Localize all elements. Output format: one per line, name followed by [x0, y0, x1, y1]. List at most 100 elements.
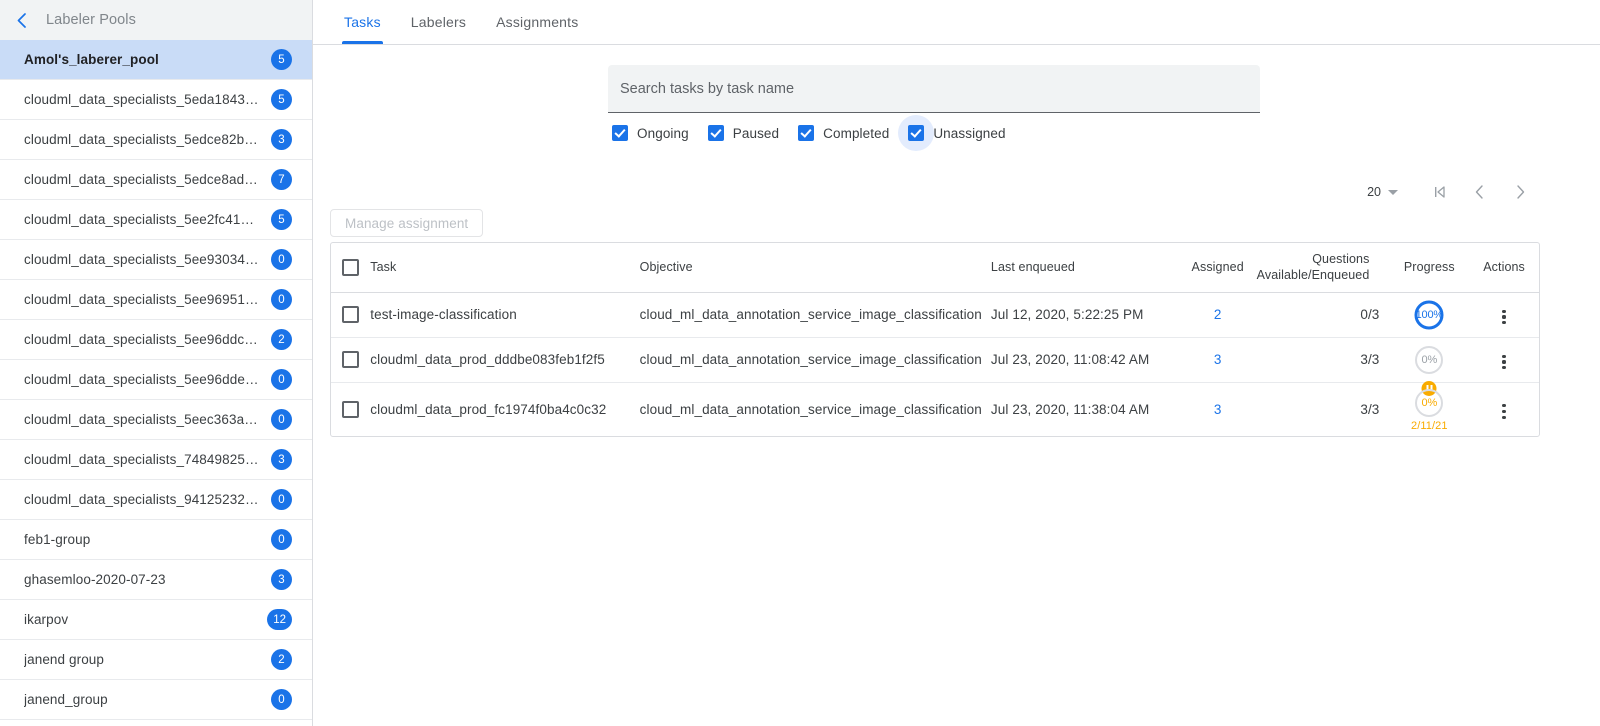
labeler-pool-item[interactable]: janend_group0 — [0, 680, 312, 720]
labeler-pool-item[interactable]: cloudml_data_specialists_748498258068...… — [0, 440, 312, 480]
labeler-pool-name: cloudml_data_specialists_5ee93034_000... — [24, 252, 261, 267]
column-header-assigned[interactable]: Assigned — [1179, 243, 1257, 292]
page-size-selector[interactable]: 20 — [1367, 185, 1398, 199]
chevron-left-icon — [1472, 184, 1488, 200]
labeler-pool-item[interactable]: cloudml_data_specialists_5eec363a_000...… — [0, 400, 312, 440]
table-header-row: Task Objective Last enqueued Assigned Qu… — [331, 243, 1539, 292]
labeler-pool-item[interactable]: cloudml_data_specialists_5ee96ddc_000...… — [0, 320, 312, 360]
labeler-pool-count-badge: 0 — [271, 289, 292, 310]
cell-questions: 3/3 — [1257, 337, 1390, 382]
labeler-pool-item[interactable]: cloudml_data_specialists_5eda1843_000...… — [0, 80, 312, 120]
cell-last-enqueued: Jul 23, 2020, 11:38:04 AM — [991, 382, 1179, 436]
more-options-icon[interactable] — [1498, 306, 1509, 329]
row-select-cell — [331, 292, 370, 337]
labeler-pool-count-badge: 3 — [271, 129, 292, 150]
labeler-pool-item[interactable]: cloudml_data_specialists_5edce8ad_000...… — [0, 160, 312, 200]
progress-donut: 0% — [1413, 387, 1445, 419]
labeler-pool-item[interactable]: Amol's_laberer_pool5 — [0, 40, 312, 80]
labeler-pool-count-badge: 0 — [271, 249, 292, 270]
more-options-icon[interactable] — [1498, 351, 1509, 374]
table-row[interactable]: test-image-classificationcloud_ml_data_a… — [331, 292, 1539, 337]
labeler-pool-item[interactable]: cloudml_data_specialists_5ee2fc41_0000..… — [0, 200, 312, 240]
labeler-pool-item[interactable]: cloudml_data_specialists_5ee93034_000...… — [0, 240, 312, 280]
progress-percent-label: 0% — [1413, 344, 1445, 376]
cell-assigned: 2 — [1179, 292, 1257, 337]
row-checkbox[interactable] — [342, 401, 359, 418]
filter-unassigned[interactable]: Unassigned — [908, 125, 1005, 141]
search-section: Ongoing Paused Completed Unassigned — [608, 65, 1260, 141]
tab-labelers[interactable]: Labelers — [396, 0, 481, 44]
labeler-pool-item[interactable]: ghasemloo-2020-07-233 — [0, 560, 312, 600]
labeler-pool-count-badge: 5 — [271, 209, 292, 230]
row-select-cell — [331, 382, 370, 436]
labeler-pool-name: janend group — [24, 652, 104, 667]
column-header-task[interactable]: Task — [370, 243, 639, 292]
tab-assignments[interactable]: Assignments — [481, 0, 593, 44]
filter-paused[interactable]: Paused — [708, 125, 779, 141]
labeler-pool-name: cloudml_data_specialists_748498258068... — [24, 452, 261, 467]
labeler-pool-name: feb1-group — [24, 532, 90, 547]
filter-ongoing[interactable]: Ongoing — [612, 125, 689, 141]
sidebar-title: Labeler Pools — [46, 12, 136, 28]
labeler-pool-item[interactable]: cloudml_data_specialists_5ee96951_000...… — [0, 280, 312, 320]
manage-assignment-button[interactable]: Manage assignment — [330, 209, 483, 237]
labeler-pool-item[interactable]: cloudml_data_specialists_5edce82b_000...… — [0, 120, 312, 160]
labeler-pool-list[interactable]: Amol's_laberer_pool5cloudml_data_special… — [0, 40, 312, 726]
assigned-count-link[interactable]: 3 — [1214, 402, 1222, 417]
labeler-pool-name: cloudml_data_specialists_5ee2fc41_0000..… — [24, 212, 261, 227]
row-checkbox[interactable] — [342, 306, 359, 323]
previous-page-button[interactable] — [1460, 172, 1500, 212]
more-options-icon[interactable] — [1498, 400, 1509, 423]
cell-objective: cloud_ml_data_annotation_service_image_c… — [640, 337, 991, 382]
tasks-table-container: Task Objective Last enqueued Assigned Qu… — [330, 242, 1540, 437]
select-all-header — [331, 243, 370, 292]
filter-checkbox[interactable] — [612, 125, 628, 141]
assigned-count-link[interactable]: 3 — [1214, 352, 1222, 367]
labeler-pool-count-badge: 7 — [271, 169, 292, 190]
sidebar: Labeler Pools Amol's_laberer_pool5cloudm… — [0, 0, 313, 726]
pagination-controls: 20 — [1367, 172, 1540, 212]
column-header-questions[interactable]: Questions Available/Enqueued — [1257, 243, 1390, 292]
assigned-count-link[interactable]: 2 — [1214, 307, 1222, 322]
cell-objective: cloud_ml_data_annotation_service_image_c… — [640, 292, 991, 337]
filter-completed[interactable]: Completed — [798, 125, 889, 141]
status-filter-group: Ongoing Paused Completed Unassigned — [608, 125, 1260, 141]
tab-bar: TasksLabelersAssignments — [313, 0, 1600, 45]
column-header-objective[interactable]: Objective — [640, 243, 991, 292]
search-input[interactable] — [620, 81, 1248, 97]
labeler-pool-item[interactable]: cloudml_data_specialists_941252322120...… — [0, 480, 312, 520]
tasks-table: Task Objective Last enqueued Assigned Qu… — [331, 243, 1539, 436]
labeler-pool-name: cloudml_data_specialists_5ee96ddc_000... — [24, 332, 261, 347]
cell-last-enqueued: Jul 23, 2020, 11:08:42 AM — [991, 337, 1179, 382]
select-all-checkbox[interactable] — [342, 259, 359, 276]
filter-checkbox[interactable] — [798, 125, 814, 141]
labeler-pool-name: cloudml_data_specialists_5ee96951_000... — [24, 292, 261, 307]
column-header-last-enqueued[interactable]: Last enqueued — [991, 243, 1179, 292]
tab-tasks[interactable]: Tasks — [329, 0, 396, 44]
row-select-cell — [331, 337, 370, 382]
table-row[interactable]: cloudml_data_prod_fc1974f0ba4c0c32cloud_… — [331, 382, 1539, 436]
questions-header-line1: Questions — [1257, 251, 1380, 267]
next-page-button[interactable] — [1500, 172, 1540, 212]
labeler-pool-count-badge: 0 — [271, 689, 292, 710]
filter-checkbox[interactable] — [708, 125, 724, 141]
labeler-pool-item[interactable]: feb1-group 0 — [0, 520, 312, 560]
filter-checkbox[interactable] — [908, 125, 924, 141]
column-header-progress[interactable]: Progress — [1389, 243, 1469, 292]
labeler-pool-item[interactable]: cloudml_data_specialists_5ee96dde_000...… — [0, 360, 312, 400]
labeler-pool-count-badge: 0 — [271, 529, 292, 550]
chevron-left-icon[interactable] — [10, 9, 32, 31]
labeler-pool-item[interactable]: ikarpov12 — [0, 600, 312, 640]
cell-objective: cloud_ml_data_annotation_service_image_c… — [640, 382, 991, 436]
cell-last-enqueued: Jul 12, 2020, 5:22:25 PM — [991, 292, 1179, 337]
cell-questions: 3/3 — [1257, 382, 1390, 436]
labeler-pool-count-badge: 5 — [271, 49, 292, 70]
table-row[interactable]: cloudml_data_prod_dddbe083feb1f2f5cloud_… — [331, 337, 1539, 382]
row-checkbox[interactable] — [342, 351, 359, 368]
labeler-pool-item[interactable]: janend group2 — [0, 640, 312, 680]
chevron-down-icon — [1388, 190, 1398, 195]
labeler-pool-name: cloudml_data_specialists_941252322120... — [24, 492, 261, 507]
labeler-pool-name: cloudml_data_specialists_5eec363a_000... — [24, 412, 261, 427]
first-page-button[interactable] — [1420, 172, 1460, 212]
search-box[interactable] — [608, 65, 1260, 113]
